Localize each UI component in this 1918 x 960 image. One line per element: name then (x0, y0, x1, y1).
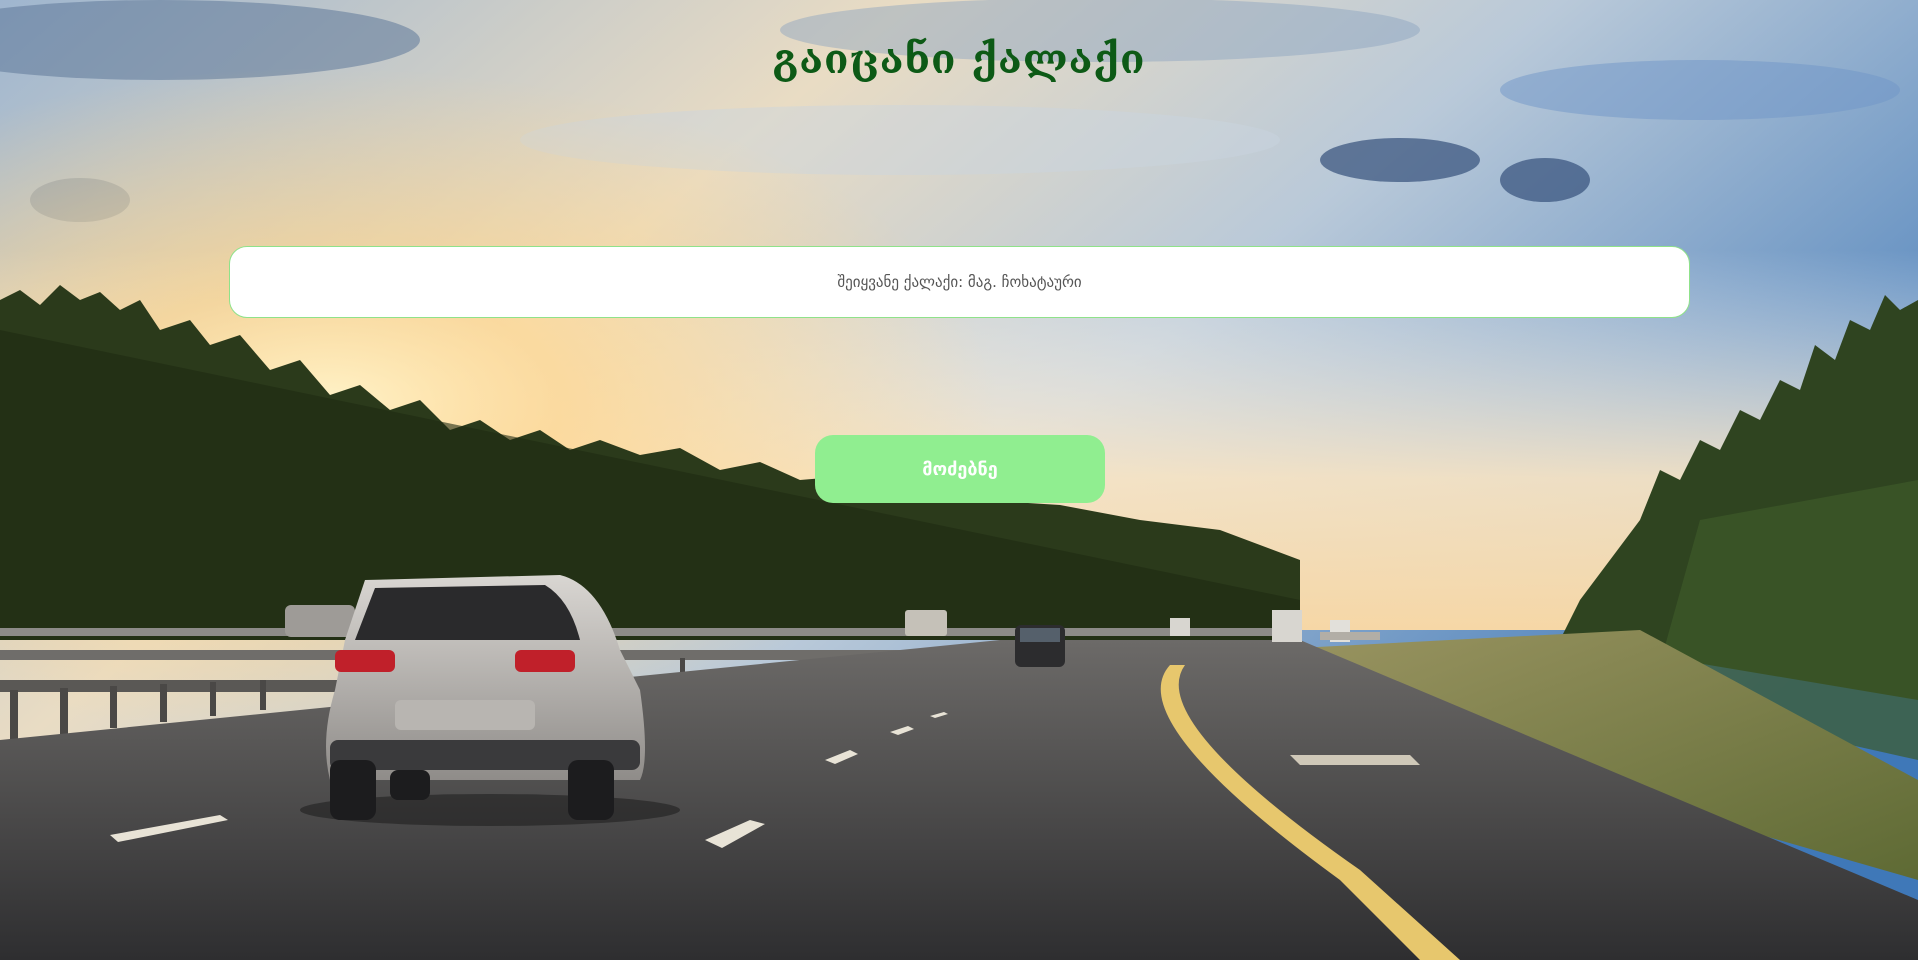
search-button[interactable]: მოძებნე (815, 435, 1105, 503)
city-search-input[interactable] (229, 246, 1690, 318)
page-title: გაიცანი ქალაქი (772, 36, 1146, 83)
